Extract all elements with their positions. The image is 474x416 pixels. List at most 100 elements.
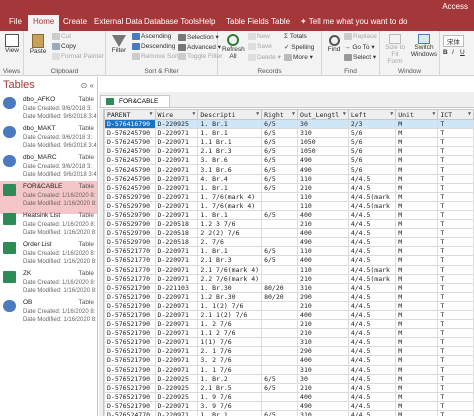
table-cell[interactable]: M [395,237,439,248]
table-cell[interactable]: D-220971 [154,173,199,184]
table-cell[interactable]: M [395,200,439,211]
table-cell[interactable]: M [395,255,439,266]
view-button[interactable]: View [3,34,21,54]
table-cell[interactable]: M [395,364,439,375]
table-cell[interactable]: T [437,173,474,184]
table-row[interactable]: D-576521790 D-220971 2.1 1(2) 7/6 400 4/4.5 M… [104,309,474,321]
table-cell[interactable]: 4/4.5 [347,328,397,339]
table-cell[interactable]: 4/4.5 [347,319,397,330]
table-cell[interactable]: D-576521790 [104,382,156,393]
table-row[interactable]: D-576416790 D-220925 1. Br.1 6/5 30 2/3 M T [104,118,474,130]
table-cell[interactable]: 6/5 [261,118,299,130]
table-cell[interactable]: D-220971 [154,209,199,221]
column-header[interactable]: Wire ▼ [154,109,199,120]
table-cell[interactable]: 5/6 [347,155,397,166]
table-cell[interactable]: D-576245790 [104,155,156,166]
table-cell[interactable]: 310 [297,128,349,139]
table-cell[interactable]: D-576521790 [104,291,156,302]
table-cell[interactable]: D-220971 [154,364,199,375]
table-cell[interactable]: D-576529790 [104,228,156,239]
table-cell[interactable]: 400 [297,209,349,221]
table-cell[interactable]: D-576521790 [104,300,156,311]
table-cell[interactable]: 2. 7/6 [197,237,263,248]
table-row[interactable]: D-576529790 D-220971 1. 7/6(mark 4) 110 4/4.… [104,191,474,202]
table-cell[interactable]: 4/4.5 [347,355,397,366]
table-cell[interactable]: T [437,319,474,330]
table-cell[interactable]: D-220971 [154,409,199,416]
table-cell[interactable]: 4/4.5 [347,409,397,416]
table-row[interactable]: D-576521790 D-220971 3. 2 7/6 400 4/4.5 M T [104,355,474,366]
table-row[interactable]: D-576521770 D-220971 1. Br.1 6/5 110 4/4.5 M T [104,246,474,257]
table-cell[interactable]: 4/4.5 [347,346,397,357]
table-cell[interactable]: 6/5 [261,382,299,393]
table-row[interactable]: D-576529790 D-220971 1. 7/6(mark 4) 110 4/4.… [104,200,474,211]
table-cell[interactable]: 3. 2 7/6 [197,355,263,366]
table-row[interactable]: D-576245790 D-220971 3.1 Br.6 6/5 490 5/6 M T [104,164,474,175]
table-cell[interactable]: 1. 2 7/6 [197,319,263,330]
table-cell[interactable] [261,219,299,230]
table-cell[interactable]: 4/4.5 [347,309,397,321]
table-cell[interactable]: D-220925 [154,118,199,130]
table-cell[interactable]: 6/5 [261,209,299,221]
table-cell[interactable]: 4/4.5 [347,373,397,384]
table-cell[interactable]: T [437,400,474,412]
table-cell[interactable]: 5/6 [347,137,397,148]
table-row[interactable]: D-576521790 D-220925 2.1 Br.5 6/5 210 4/4.5 M T [104,382,474,393]
table-cell[interactable]: 4/4.5 [347,300,397,311]
table-row[interactable]: D-576529790 D-220971 1. Br.1 6/5 400 4/4.5 M T [104,209,474,221]
table-cell[interactable]: 6/5 [261,246,299,257]
table-cell[interactable]: T [437,291,474,302]
table-cell[interactable]: 2.1 Br.5 [197,382,263,393]
table-cell[interactable]: 290 [297,346,349,357]
table-cell[interactable]: 30 [297,373,349,384]
table-cell[interactable]: 490 [297,164,349,175]
table-cell[interactable]: T [437,264,474,275]
table-cell[interactable]: 5/6 [347,146,397,157]
table-cell[interactable]: 210 [297,328,349,339]
tab-home[interactable]: Home [28,15,60,31]
table-cell[interactable] [261,273,299,284]
table-cell[interactable]: 2. 1 7/6 [197,346,263,357]
table-cell[interactable]: D-576245790 [104,164,156,175]
table-cell[interactable]: D-576521790 [104,400,156,412]
table-cell[interactable]: 310 [297,282,349,293]
table-cell[interactable]: T [437,255,474,266]
table-cell[interactable]: 1.1 Br.1 [197,137,263,148]
table-cell[interactable]: T [437,309,474,321]
table-cell[interactable]: 30 [297,118,349,130]
table-cell[interactable]: M [395,182,439,193]
table-cell[interactable]: M [395,300,439,311]
delete-record-button[interactable]: Delete ▾ [248,53,281,61]
table-cell[interactable]: 4/4.5 [347,219,397,230]
table-cell[interactable]: D-220971 [154,264,199,275]
dropdown-arrow-icon[interactable]: ▼ [390,111,393,117]
italic-button[interactable]: I [452,49,454,56]
table-cell[interactable]: 210 [297,319,349,330]
table-row[interactable]: D-576529790 D-220518 1.2 3 7/6 210 4/4.5 M T [104,219,474,230]
table-cell[interactable]: 1. Br.1 [197,409,263,416]
table-cell[interactable]: 3. Br.6 [197,155,263,166]
table-cell[interactable]: T [437,209,474,221]
table-cell[interactable]: 4/4.5(mark [347,264,397,275]
table-cell[interactable]: D-576521770 [104,264,156,275]
table-cell[interactable]: 5/6 [347,164,397,175]
table-row[interactable]: D-576521790 D-220971 2. 1 7/6 290 4/4.5 M T [104,346,474,357]
table-cell[interactable]: D-576529790 [104,200,156,211]
table-cell[interactable]: 4/4.5(mark [347,200,397,211]
table-cell[interactable]: D-576521790 [104,309,156,321]
table-row[interactable]: D-576521770 D-220971 2.1 7/6(mark 4) 110 4/4… [104,264,474,275]
toggle-filter-button[interactable]: Toggle Filter [178,53,222,60]
table-cell[interactable]: 80/20 [261,282,299,293]
table-cell[interactable] [261,228,299,239]
table-cell[interactable]: T [437,155,474,166]
table-cell[interactable]: 1. Br.1 [197,246,263,257]
select-button[interactable]: Select ▾ [344,53,376,61]
dropdown-arrow-icon[interactable]: ▼ [432,111,435,117]
column-header[interactable]: Unit ▼ [395,109,439,120]
table-cell[interactable]: M [395,228,439,239]
table-cell[interactable]: M [395,346,439,357]
table-cell[interactable] [261,400,299,412]
table-cell[interactable]: 110 [297,264,349,275]
column-header[interactable]: ICT ▼ [437,109,474,120]
table-cell[interactable]: D-220971 [154,255,199,266]
